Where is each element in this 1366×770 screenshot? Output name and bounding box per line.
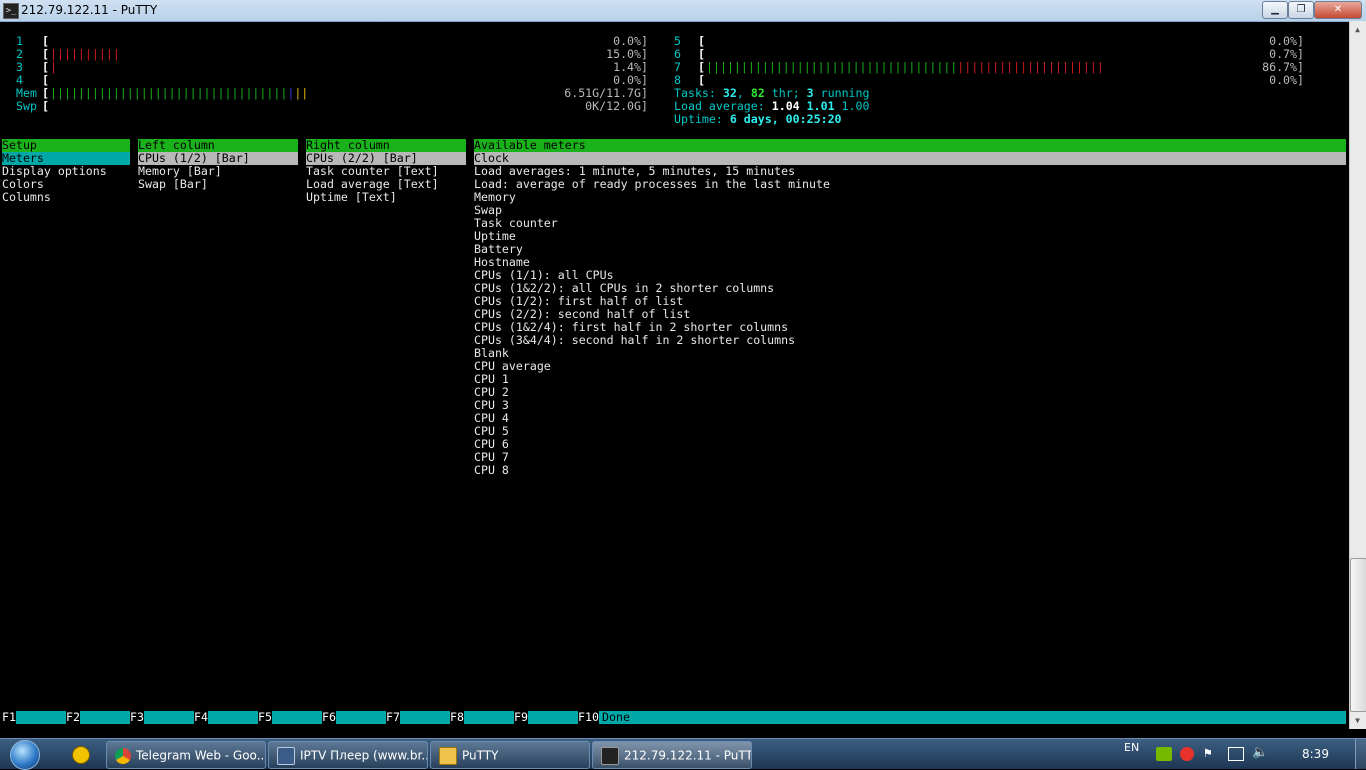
- putty-icon: >_: [3, 3, 19, 19]
- meter-item[interactable]: CPUs (3&4/4): second half in 2 shorter c…: [474, 334, 795, 347]
- bar-bracket: [: [42, 99, 49, 113]
- network-icon[interactable]: [1228, 747, 1244, 761]
- fkey-f3[interactable]: F3: [130, 711, 144, 724]
- opera-icon[interactable]: [1180, 747, 1194, 761]
- close-button[interactable]: ✕: [1314, 1, 1362, 19]
- language-indicator[interactable]: EN: [1124, 733, 1139, 763]
- cpu-value: 0.0%]: [1269, 73, 1304, 87]
- fkey-f10[interactable]: F10: [578, 711, 599, 724]
- putty-icon: [601, 746, 619, 765]
- uptime: Uptime: 6 days, 00:25:20: [674, 112, 842, 126]
- window-title: 212.79.122.11 - PuTTY: [21, 3, 158, 17]
- scroll-up-icon[interactable]: ▲: [1349, 21, 1366, 38]
- right-column-item[interactable]: Uptime [Text]: [306, 191, 397, 204]
- terminal-area[interactable]: 1 [ 0.0%] 2 [ |||||||||| 15.0%] 3 [ | 1.…: [2, 21, 1348, 729]
- clock[interactable]: 8:39: [1302, 739, 1329, 769]
- show-desktop-button[interactable]: [1355, 739, 1366, 769]
- fkey-f2[interactable]: F2: [66, 711, 80, 724]
- iptv-icon: [277, 746, 295, 765]
- taskbar-item-putty-session[interactable]: 212.79.122.11 - PuTTY: [592, 741, 752, 769]
- meter-item[interactable]: Load: average of ready processes in the …: [474, 178, 830, 191]
- taskbar-item-telegram[interactable]: Telegram Web - Goo...: [106, 741, 266, 769]
- swp-label: Swp: [16, 99, 37, 113]
- cpu-bar: |: [50, 61, 57, 74]
- setup-item-columns[interactable]: Columns: [2, 191, 51, 204]
- meter-item[interactable]: CPU 8: [474, 464, 509, 477]
- scroll-thumb[interactable]: [1350, 558, 1366, 712]
- function-key-bar: F1 F2 F3 F4 F5 F6 F7 F8 F9 F10 Done: [2, 711, 1346, 724]
- folder-icon: [439, 746, 457, 765]
- nvidia-icon[interactable]: [1156, 747, 1172, 761]
- minimize-button[interactable]: ▁: [1262, 1, 1288, 19]
- swp-value: 0K/12.0G]: [585, 99, 648, 113]
- fkey-f10-label[interactable]: Done: [602, 711, 630, 724]
- cpu-bar: ||||||||||: [50, 48, 120, 61]
- windows-taskbar: Telegram Web - Goo... IPTV Плеер (www.br…: [0, 738, 1366, 770]
- cpu-bar: ||||||||||||||||||||||||||||||||||||||||…: [706, 61, 1104, 74]
- start-button[interactable]: [4, 739, 48, 770]
- taskbar-item-iptv[interactable]: IPTV Плеер (www.br...: [268, 741, 428, 769]
- fkey-f4[interactable]: F4: [194, 711, 208, 724]
- fkey-f1[interactable]: F1: [2, 711, 16, 724]
- fkey-f9[interactable]: F9: [514, 711, 528, 724]
- fkey-f8[interactable]: F8: [450, 711, 464, 724]
- flag-icon[interactable]: ⚑: [1204, 746, 1212, 761]
- available-meters-header: Available meters: [474, 139, 1346, 152]
- chrome-icon: [115, 747, 131, 764]
- fkey-f7[interactable]: F7: [386, 711, 400, 724]
- left-column-item[interactable]: Swap [Bar]: [138, 178, 208, 191]
- fkey-f5[interactable]: F5: [258, 711, 272, 724]
- windows-orb-icon: [10, 740, 40, 770]
- quicklaunch-icon[interactable]: [72, 746, 90, 764]
- scroll-down-icon[interactable]: ▼: [1349, 712, 1366, 729]
- taskbar-item-putty-folder[interactable]: PuTTY: [430, 741, 590, 769]
- maximize-button[interactable]: ❐: [1288, 1, 1314, 19]
- title-bar: >_ 212.79.122.11 - PuTTY ▁ ❐ ✕: [0, 0, 1366, 22]
- volume-icon[interactable]: 🔈: [1252, 745, 1268, 760]
- mem-bar: |||||||||||||||||||||||||||||||||||||: [50, 87, 309, 100]
- fkey-f6[interactable]: F6: [322, 711, 336, 724]
